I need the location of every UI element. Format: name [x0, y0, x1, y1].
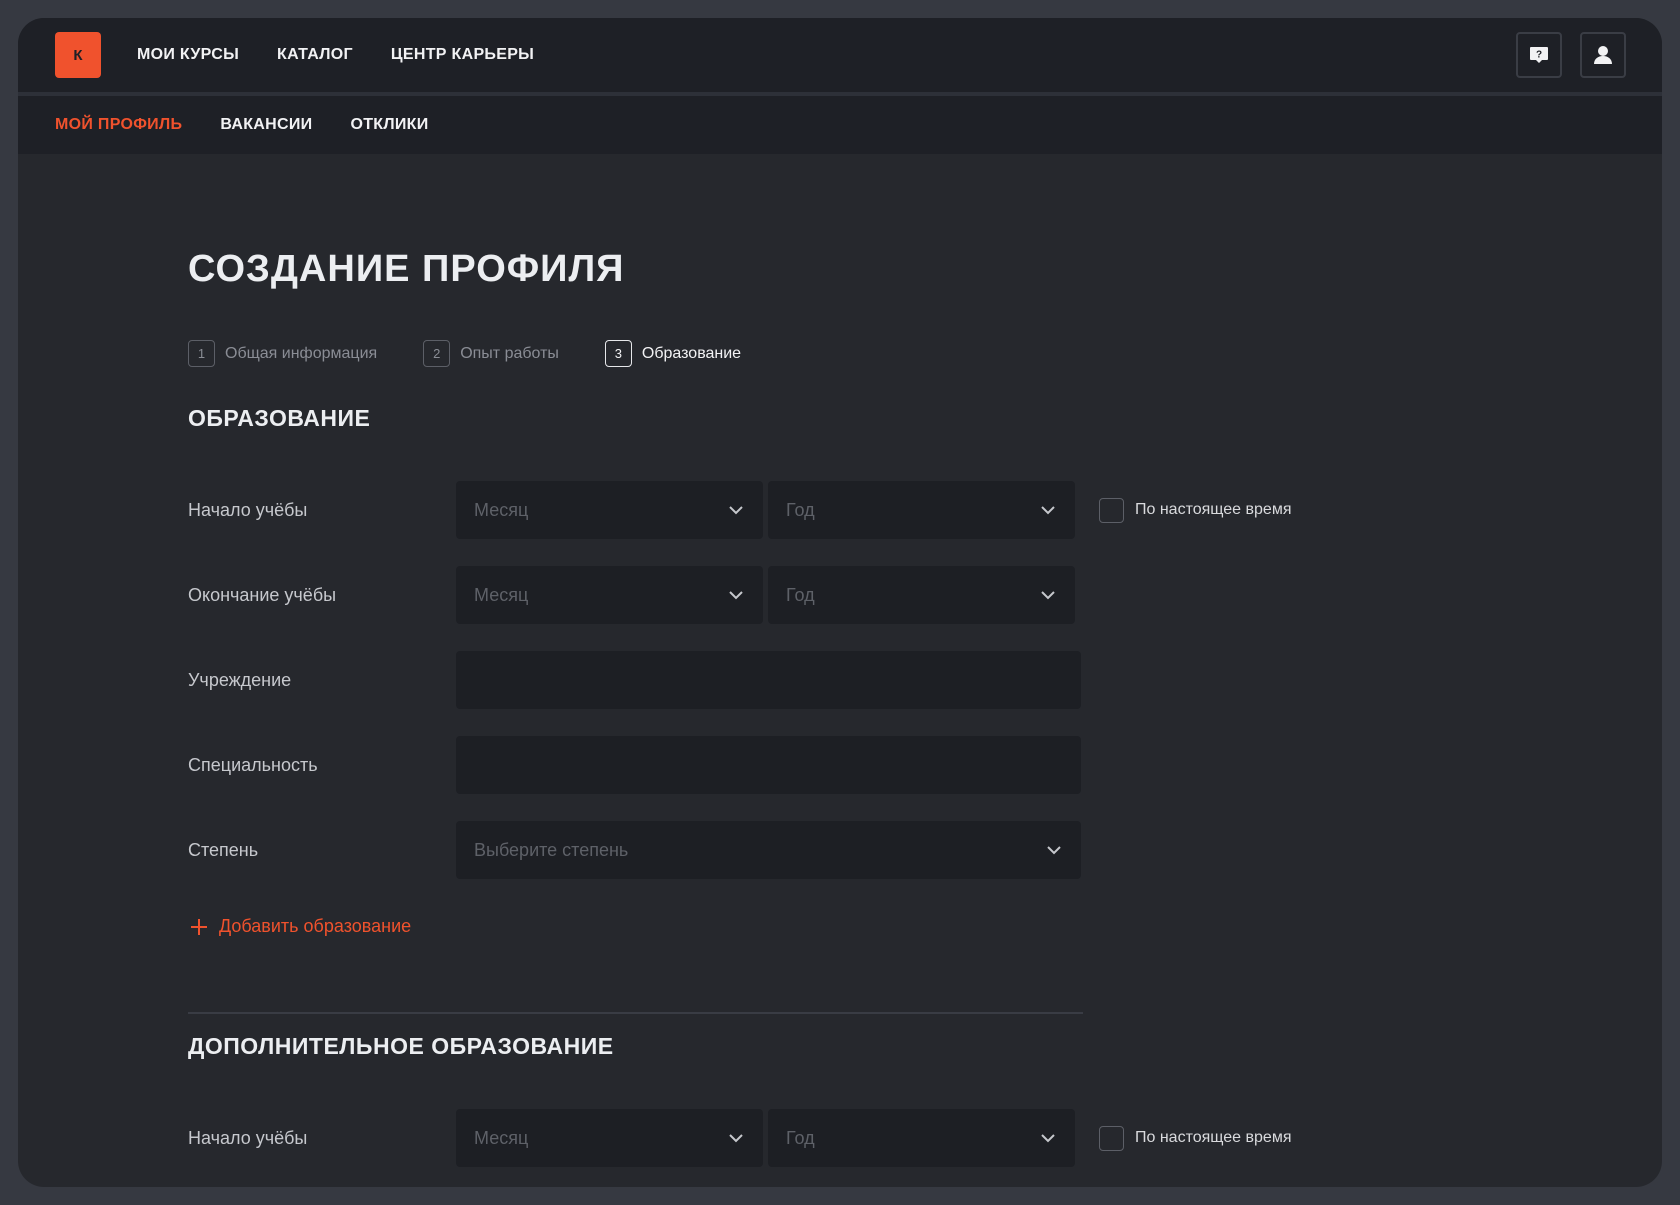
- stepper: 1 Общая информация 2 Опыт работы 3 Образ…: [188, 340, 787, 367]
- present-checkbox[interactable]: По настоящее время: [1099, 497, 1292, 523]
- select-placeholder: Выберите степень: [474, 839, 629, 860]
- select-placeholder: Год: [786, 584, 815, 605]
- user-icon: [1594, 46, 1612, 64]
- subnav-vacancies[interactable]: ВАКАНСИИ: [220, 116, 312, 134]
- chevron-down-icon: [1041, 506, 1055, 515]
- checkbox-box[interactable]: [1099, 497, 1124, 523]
- logo[interactable]: К: [55, 32, 101, 78]
- education-end-row: Окончание учёбы Месяц Год: [188, 566, 1388, 624]
- select-placeholder: Год: [786, 1127, 815, 1148]
- checkbox-label: По настоящее время: [1135, 1129, 1292, 1146]
- education-section-title: ОБРАЗОВАНИЕ: [188, 405, 371, 431]
- step-number: 1: [188, 340, 215, 367]
- additional-education-section-title: ДОПОЛНИТЕЛЬНОЕ ОБРАЗОВАНИЕ: [188, 1033, 614, 1059]
- step-label: Общая информация: [225, 344, 378, 362]
- select-placeholder: Месяц: [474, 1127, 529, 1148]
- help-button[interactable]: ?: [1516, 32, 1562, 78]
- subnav-responses[interactable]: ОТКЛИКИ: [350, 116, 428, 134]
- additional-start-row: Начало учёбы Месяц Год По настоящее врем…: [188, 1109, 1388, 1167]
- main-nav: МОИ КУРСЫ КАТАЛОГ ЦЕНТР КАРЬЕРЫ: [137, 18, 534, 92]
- field-label: Начало учёбы: [188, 499, 308, 520]
- nav-catalog[interactable]: КАТАЛОГ: [277, 46, 353, 64]
- field-label: Степень: [188, 839, 259, 860]
- step-education[interactable]: 3 Образование: [604, 340, 742, 367]
- degree-row: Степень Выберите степень: [188, 821, 1388, 879]
- step-label: Образование: [641, 344, 742, 362]
- start-month-select[interactable]: Месяц: [456, 481, 763, 539]
- select-placeholder: Месяц: [474, 499, 529, 520]
- field-label: Учреждение: [188, 669, 292, 690]
- additional-present-checkbox[interactable]: По настоящее время: [1099, 1125, 1292, 1151]
- chevron-down-icon: [729, 506, 743, 515]
- additional-start-year-select[interactable]: Год: [768, 1109, 1075, 1167]
- select-placeholder: Год: [786, 499, 815, 520]
- step-number: 2: [423, 340, 451, 367]
- top-navbar: К МОИ КУРСЫ КАТАЛОГ ЦЕНТР КАРЬЕРЫ ?: [18, 18, 1662, 92]
- education-start-row: Начало учёбы Месяц Год По настоящее врем…: [188, 481, 1388, 539]
- checkbox-box[interactable]: [1099, 1125, 1124, 1151]
- select-placeholder: Месяц: [474, 584, 529, 605]
- end-year-select[interactable]: Год: [768, 566, 1075, 624]
- step-label: Опыт работы: [460, 344, 559, 362]
- chevron-down-icon: [729, 591, 743, 600]
- app-window: К МОИ КУРСЫ КАТАЛОГ ЦЕНТР КАРЬЕРЫ ? МОЙ …: [18, 18, 1662, 1187]
- plus-icon: [191, 918, 207, 935]
- field-label: Специальность: [188, 754, 318, 775]
- step-work-experience[interactable]: 2 Опыт работы: [423, 340, 559, 367]
- svg-text:?: ?: [1536, 50, 1542, 61]
- section-divider: [188, 1012, 1083, 1014]
- nav-my-courses[interactable]: МОИ КУРСЫ: [137, 46, 239, 64]
- nav-career-center[interactable]: ЦЕНТР КАРЬЕРЫ: [391, 46, 534, 64]
- subnav-my-profile[interactable]: МОЙ ПРОФИЛЬ: [55, 116, 182, 134]
- additional-start-month-select[interactable]: Месяц: [456, 1109, 763, 1167]
- help-chat-icon: ?: [1530, 47, 1548, 63]
- chevron-down-icon: [1041, 591, 1055, 600]
- logo-letter: К: [73, 46, 83, 64]
- field-label: Начало учёбы: [188, 1127, 308, 1148]
- end-month-select[interactable]: Месяц: [456, 566, 763, 624]
- sub-navbar: МОЙ ПРОФИЛЬ ВАКАНСИИ ОТКЛИКИ: [18, 96, 1662, 154]
- profile-button[interactable]: [1580, 32, 1626, 78]
- add-education-button[interactable]: Добавить образование: [190, 916, 411, 937]
- chevron-down-icon: [1041, 1134, 1055, 1143]
- step-number: 3: [604, 340, 632, 367]
- add-education-label: Добавить образование: [219, 916, 412, 936]
- page-title: СОЗДАНИЕ ПРОФИЛЯ: [188, 248, 625, 290]
- institution-input[interactable]: [456, 651, 1081, 709]
- specialty-row: Специальность: [188, 736, 1388, 794]
- field-label: Окончание учёбы: [188, 584, 337, 605]
- institution-row: Учреждение: [188, 651, 1388, 709]
- chevron-down-icon: [729, 1134, 743, 1143]
- checkbox-label: По настоящее время: [1135, 501, 1292, 518]
- chevron-down-icon: [1047, 846, 1061, 855]
- specialty-input[interactable]: [456, 736, 1081, 794]
- degree-select[interactable]: Выберите степень: [456, 821, 1081, 879]
- start-year-select[interactable]: Год: [768, 481, 1075, 539]
- step-general-info[interactable]: 1 Общая информация: [188, 340, 377, 367]
